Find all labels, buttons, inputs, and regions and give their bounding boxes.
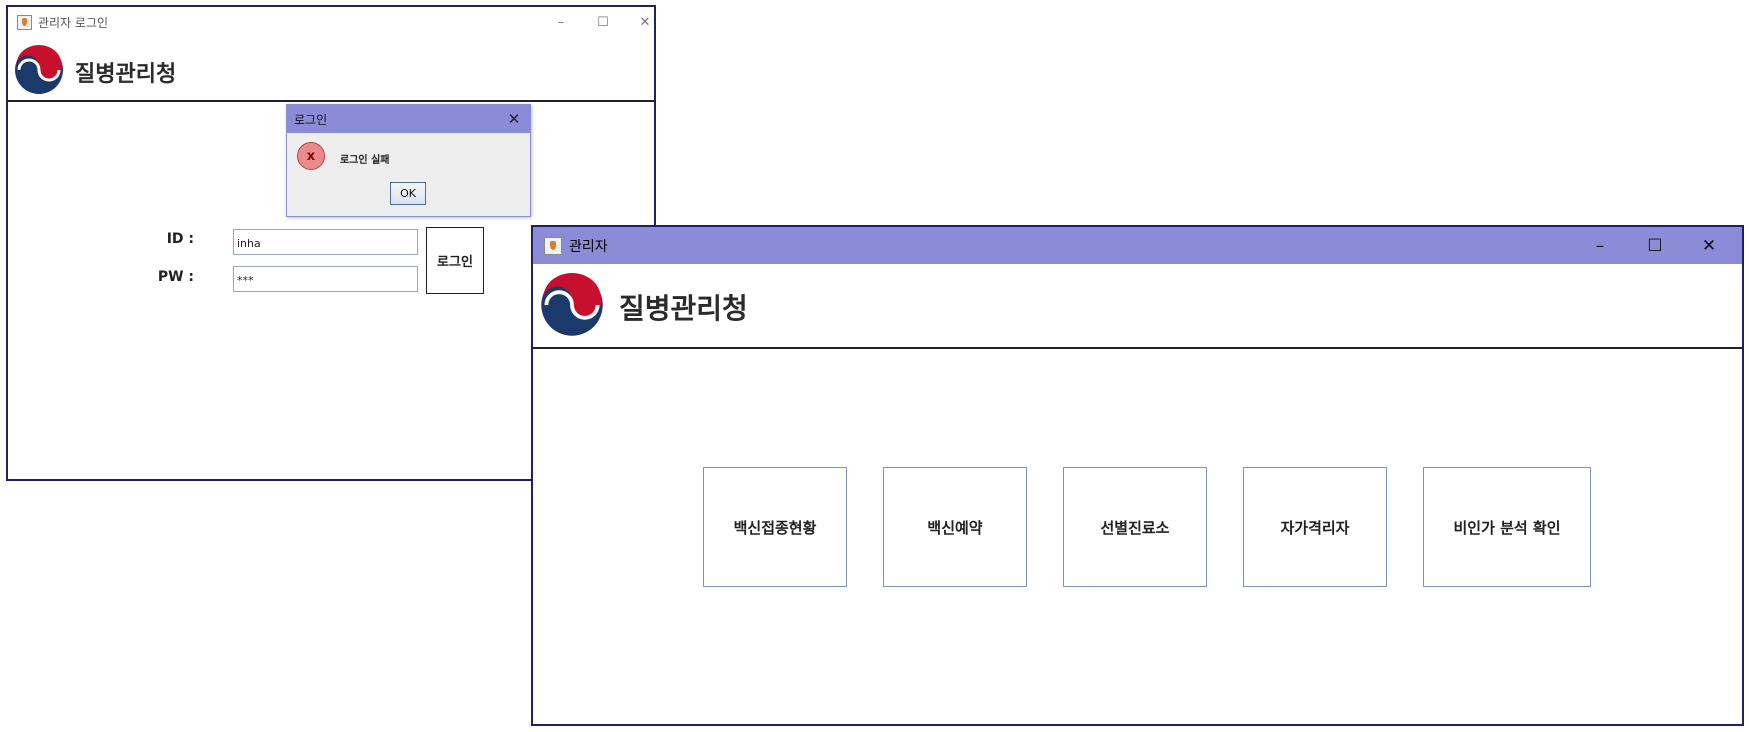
maximize-icon[interactable]: ☐ (588, 7, 618, 37)
unauthorized-analysis-button[interactable]: 비인가 분석 확인 (1423, 467, 1591, 587)
pw-label: PW : (157, 269, 194, 285)
password-field[interactable]: *** (233, 266, 418, 292)
java-app-icon (544, 236, 562, 255)
logo-text: 질병관리청 (619, 292, 748, 325)
vaccine-reservation-button[interactable]: 백신예약 (883, 467, 1027, 587)
id-label: ID : (166, 231, 194, 247)
id-field[interactable]: inha (233, 229, 418, 255)
login-error-dialog: 로그인 ✕ x 로그인 실패 OK (286, 104, 531, 217)
logo-text: 질병관리청 (75, 62, 177, 87)
login-window-title: 관리자 로그인 (38, 15, 109, 30)
java-app-icon (17, 14, 32, 30)
dialog-close-icon[interactable]: ✕ (502, 105, 526, 133)
header-divider (8, 100, 654, 102)
admin-window-title: 관리자 (569, 238, 608, 255)
ok-button[interactable]: OK (390, 182, 426, 205)
maximize-icon[interactable]: ☐ (1628, 227, 1682, 264)
dialog-message: 로그인 실패 (340, 155, 390, 166)
minimize-icon[interactable]: – (1573, 227, 1627, 264)
header-divider (533, 347, 1742, 349)
kdca-logo-icon (14, 45, 64, 95)
dialog-titlebar[interactable]: 로그인 ✕ (287, 105, 530, 133)
login-titlebar[interactable]: 관리자 로그인 – ☐ ✕ (8, 7, 654, 37)
admin-window: 관리자 – ☐ ✕ 질병관리청 백신접종현황 백신예약 선별진료소 자가격리자 … (531, 225, 1744, 726)
kdca-logo-icon (540, 273, 604, 337)
self-quarantine-button[interactable]: 자가격리자 (1243, 467, 1387, 587)
close-icon[interactable]: ✕ (630, 7, 660, 37)
vaccination-status-button[interactable]: 백신접종현황 (703, 467, 847, 587)
login-button[interactable]: 로그인 (426, 227, 484, 294)
minimize-icon[interactable]: – (546, 7, 576, 37)
dialog-title: 로그인 (294, 112, 328, 127)
admin-titlebar[interactable]: 관리자 – ☐ ✕ (533, 227, 1742, 264)
screening-clinic-button[interactable]: 선별진료소 (1063, 467, 1207, 587)
close-icon[interactable]: ✕ (1682, 227, 1736, 264)
error-icon: x (297, 142, 325, 170)
